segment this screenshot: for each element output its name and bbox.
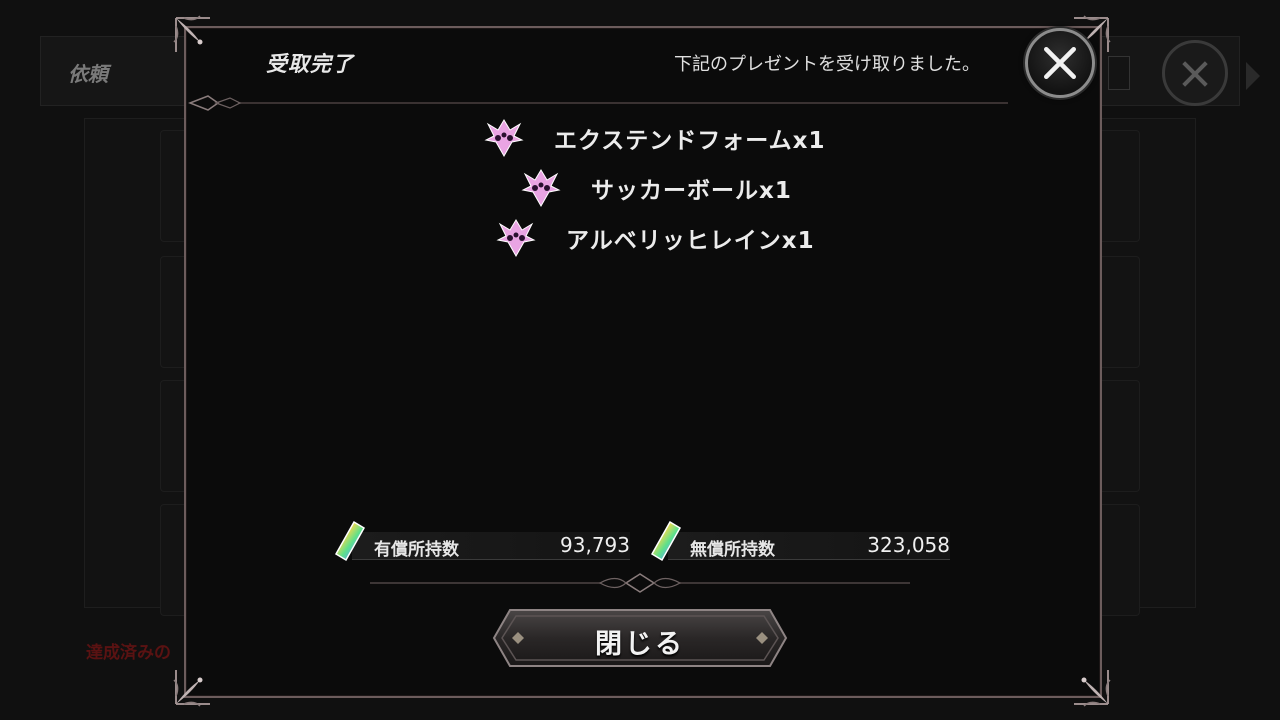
- frame-corner-ornament-icon: [1074, 670, 1111, 707]
- reward-list-item: エクステンドフォームx1: [484, 118, 825, 158]
- free-currency-counter: 無償所持数 323,058: [648, 520, 952, 562]
- close-dialog-button-label: 閉じる: [595, 629, 685, 660]
- header-divider-ornament: [188, 95, 1008, 111]
- dialog-title: 受取完了: [266, 52, 354, 76]
- close-button[interactable]: [1025, 28, 1095, 98]
- reward-list-item: アルベリッヒレインx1: [496, 218, 815, 258]
- reward-label: エクステンドフォームx1: [554, 128, 826, 154]
- frame-corner-ornament-icon: [173, 670, 210, 707]
- paid-currency-label: 有償所持数: [374, 540, 459, 560]
- paid-currency-counter: 有償所持数 93,793: [332, 520, 632, 562]
- skill-emblem-icon: [521, 169, 561, 208]
- crystal-icon: [650, 520, 682, 562]
- background-close-icon: [1162, 40, 1228, 106]
- background-footer-note: 達成済みの: [86, 643, 171, 663]
- close-icon: [1044, 47, 1076, 80]
- dialog-message: 下記のプレゼントを受け取りました。: [674, 54, 980, 75]
- reward-label: サッカーボールx1: [591, 178, 792, 204]
- footer-divider-ornament: [370, 573, 910, 593]
- reward-label: アルベリッヒレインx1: [566, 228, 815, 254]
- reward-list-item: サッカーボールx1: [521, 168, 792, 208]
- crystal-icon: [334, 520, 366, 562]
- free-currency-label: 無償所持数: [690, 540, 775, 560]
- paid-currency-value: 93,793: [560, 533, 630, 557]
- background-next-arrow-icon: [1246, 62, 1260, 90]
- free-currency-value: 323,058: [867, 533, 950, 557]
- frame-corner-ornament-icon: [173, 15, 210, 52]
- background-title: 依頼: [68, 62, 108, 86]
- close-dialog-button[interactable]: 閉じる: [492, 608, 788, 668]
- skill-emblem-icon: [484, 119, 524, 158]
- skill-emblem-icon: [496, 219, 536, 258]
